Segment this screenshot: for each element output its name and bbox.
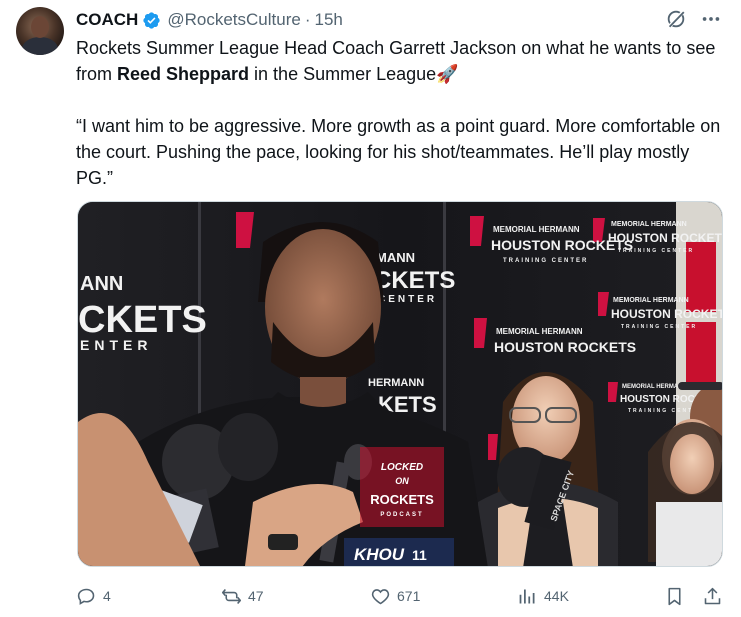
watermark-podcast: PODCAST — [380, 512, 423, 518]
locked-on-rockets-watermark: LOCKED ON ROCKETS PODCAST — [360, 447, 444, 527]
separator-dot: · — [304, 10, 311, 29]
bookmark-icon — [668, 587, 681, 605]
backdrop-c-line2: HOUSTON ROCKETS — [608, 231, 723, 245]
backdrop-lower-line1: HERMANN — [368, 377, 424, 389]
avatar-head — [31, 16, 49, 38]
backdrop-a-line1: MEMORIAL HERMANN — [493, 225, 580, 234]
view-count: 44K — [544, 588, 569, 604]
backdrop-mid-line1: MANN — [376, 250, 415, 265]
video-frame: ANN CKETS ENTER MANN CKETS CENTER HERMAN… — [78, 202, 723, 566]
avatar-shirt — [22, 37, 58, 55]
tweet-actions: 4 47 671 44K — [76, 582, 724, 610]
like-button[interactable]: 671 — [370, 582, 420, 610]
backdrop-b-line2: HOUSTON ROCKETS — [494, 339, 636, 355]
backdrop-left-line2: CKETS — [78, 299, 207, 341]
backdrop-left-line3: ENTER — [80, 337, 152, 353]
views-icon — [519, 589, 535, 603]
tweet[interactable]: COACH @RocketsCulture · 15h Rockets Summ… — [0, 0, 741, 617]
like-count: 671 — [397, 588, 421, 604]
tweet-video[interactable]: ANN CKETS ENTER MANN CKETS CENTER HERMAN… — [77, 201, 723, 567]
backdrop-a-line3: TRAINING CENTER — [503, 258, 588, 264]
reply-button[interactable]: 4 — [76, 582, 111, 610]
repost-icon — [221, 588, 242, 604]
tweet-text: Rockets Summer League Head Coach Garrett… — [76, 35, 726, 191]
backdrop-d-line1: MEMORIAL HERMANN — [613, 297, 689, 304]
backdrop-mid-line3: CENTER — [378, 294, 437, 305]
views-button[interactable]: 44K — [517, 582, 569, 610]
watermark-locked: LOCKED — [381, 462, 423, 473]
tweet-header: COACH @RocketsCulture · 15h — [76, 9, 343, 31]
backdrop-mid-line2: CKETS — [374, 267, 455, 294]
reply-icon — [77, 588, 95, 605]
backdrop-c-line1: MEMORIAL HERMANN — [611, 221, 687, 228]
timestamp[interactable]: 15h — [314, 10, 342, 30]
like-icon — [371, 588, 390, 604]
watermark-on: ON — [395, 476, 409, 486]
handle[interactable]: @RocketsCulture — [167, 10, 300, 30]
grok-icon[interactable] — [665, 8, 687, 30]
backdrop-d-line2: HOUSTON ROCKETS — [611, 307, 723, 321]
display-name[interactable]: COACH — [76, 10, 138, 30]
backdrop-d-line3: TRAINING CENTER — [621, 324, 697, 330]
backdrop-e-line1: MEMORIAL HERMANN — [622, 384, 687, 390]
backdrop-c-line3: TRAINING CENTER — [618, 248, 694, 254]
watermark-rockets: ROCKETS — [370, 492, 434, 507]
verified-badge-icon — [143, 11, 160, 29]
more-icon[interactable] — [700, 8, 722, 30]
mic-logo-khou: KHOU — [354, 545, 405, 564]
tweet-intro-tail: in the Summer League — [249, 64, 437, 84]
backdrop-left-line1: ANN — [80, 273, 123, 295]
bookmark-button[interactable] — [664, 582, 691, 610]
tweet-intro: Rockets Summer League Head Coach Garrett… — [76, 35, 726, 87]
mic-logo-khou-number: 11 — [412, 547, 427, 563]
share-icon — [704, 587, 721, 604]
mention-name: Reed Sheppard — [117, 64, 250, 84]
rocket-emoji: 🚀 — [436, 64, 459, 84]
repost-count: 47 — [248, 588, 264, 604]
backdrop-b-line1: MEMORIAL HERMANN — [496, 327, 583, 336]
share-button[interactable] — [702, 582, 729, 610]
avatar[interactable] — [16, 7, 64, 55]
tweet-quote: “I want him to be aggressive. More growt… — [76, 116, 721, 188]
repost-button[interactable]: 47 — [221, 582, 264, 610]
reply-count: 4 — [103, 588, 111, 604]
